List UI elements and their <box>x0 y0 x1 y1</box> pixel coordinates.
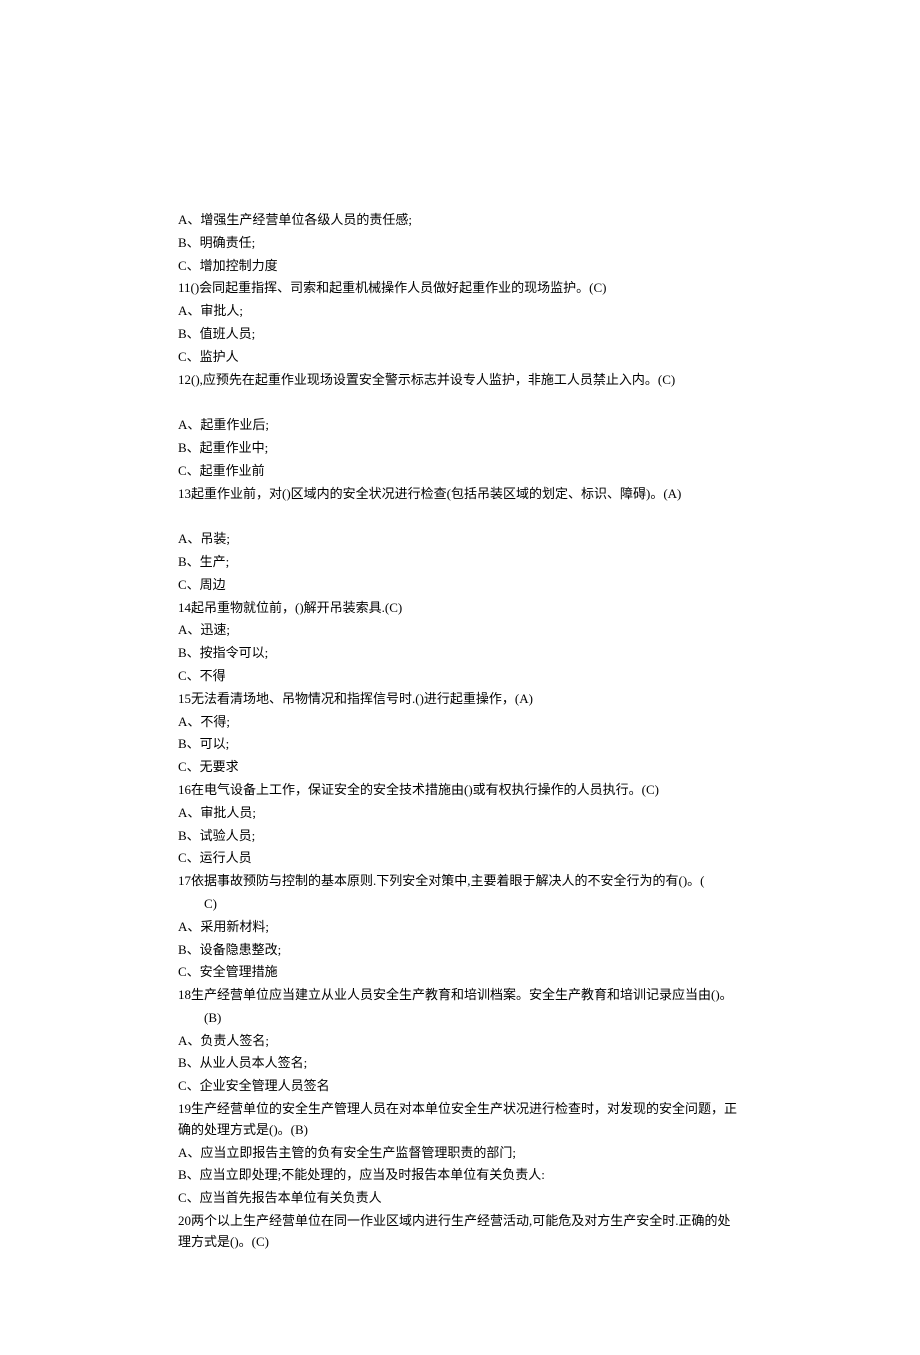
text-line: A、迅速; <box>178 620 742 641</box>
text-line: C、监护人 <box>178 347 742 368</box>
text-line: B、按指令可以; <box>178 643 742 664</box>
text-line: 11()会同起重指挥、司索和起重机械操作人员做好起重作业的现场监护。(C) <box>178 278 742 299</box>
text-line: A、增强生产经营单位各级人员的责任感; <box>178 210 742 231</box>
text-line: A、采用新材料; <box>178 917 742 938</box>
text-line: A、不得; <box>178 712 742 733</box>
text-line: C、周边 <box>178 575 742 596</box>
text-line: B、值班人员; <box>178 324 742 345</box>
text-line: B、明确责任; <box>178 233 742 254</box>
text-line: 19生产经营单位的安全生产管理人员在对本单位安全生产状况进行检查时，对发现的安全… <box>178 1099 742 1141</box>
text-line: C、无要求 <box>178 757 742 778</box>
document-content: A、增强生产经营单位各级人员的责任感;B、明确责任;C、增加控制力度11()会同… <box>178 210 742 1253</box>
text-line: A、审批人; <box>178 301 742 322</box>
text-line: 17依据事故预防与控制的基本原则.下列安全对策中,主要着眼于解决人的不安全行为的… <box>178 871 742 892</box>
text-line: B、应当立即处理;不能处理的，应当及时报告本单位有关负责人: <box>178 1165 742 1186</box>
text-line: 15无法看清场地、吊物情况和指挥信号时.()进行起重操作，(A) <box>178 689 742 710</box>
text-line: B、试验人员; <box>178 826 742 847</box>
text-line: C、不得 <box>178 666 742 687</box>
text-line: B、设备隐患整改; <box>178 940 742 961</box>
text-line: A、审批人员; <box>178 803 742 824</box>
text-line: B、从业人员本人签名; <box>178 1053 742 1074</box>
text-line: (B) <box>178 1008 742 1029</box>
text-line: 13起重作业前，对()区域内的安全状况进行检查(包括吊装区域的划定、标识、障碍)… <box>178 484 742 505</box>
text-line: C、增加控制力度 <box>178 256 742 277</box>
text-line: C、起重作业前 <box>178 461 742 482</box>
text-line: A、负责人签名; <box>178 1031 742 1052</box>
text-line: C、运行人员 <box>178 848 742 869</box>
text-line: A、起重作业后; <box>178 415 742 436</box>
text-line: 18生产经营单位应当建立从业人员安全生产教育和培训档案。安全生产教育和培训记录应… <box>178 985 742 1006</box>
text-line: C、企业安全管理人员签名 <box>178 1076 742 1097</box>
text-line: B、可以; <box>178 734 742 755</box>
text-line: 14起吊重物就位前，()解开吊装索具.(C) <box>178 598 742 619</box>
text-line: B、起重作业中; <box>178 438 742 459</box>
text-line <box>178 392 742 413</box>
text-line: C、应当首先报告本单位有关负责人 <box>178 1188 742 1209</box>
text-line: A、应当立即报告主管的负有安全生产监督管理职责的部门; <box>178 1143 742 1164</box>
text-line: C) <box>178 894 742 915</box>
text-line: 20两个以上生产经营单位在同一作业区域内进行生产经营活动,可能危及对方生产安全时… <box>178 1211 742 1253</box>
text-line: B、生产; <box>178 552 742 573</box>
text-line: C、安全管理措施 <box>178 962 742 983</box>
text-line <box>178 506 742 527</box>
text-line: 16在电气设备上工作，保证安全的安全技术措施由()或有权执行操作的人员执行。(C… <box>178 780 742 801</box>
text-line: 12(),应预先在起重作业现场设置安全警示标志并设专人监护，非施工人员禁止入内。… <box>178 370 742 391</box>
text-line: A、吊装; <box>178 529 742 550</box>
